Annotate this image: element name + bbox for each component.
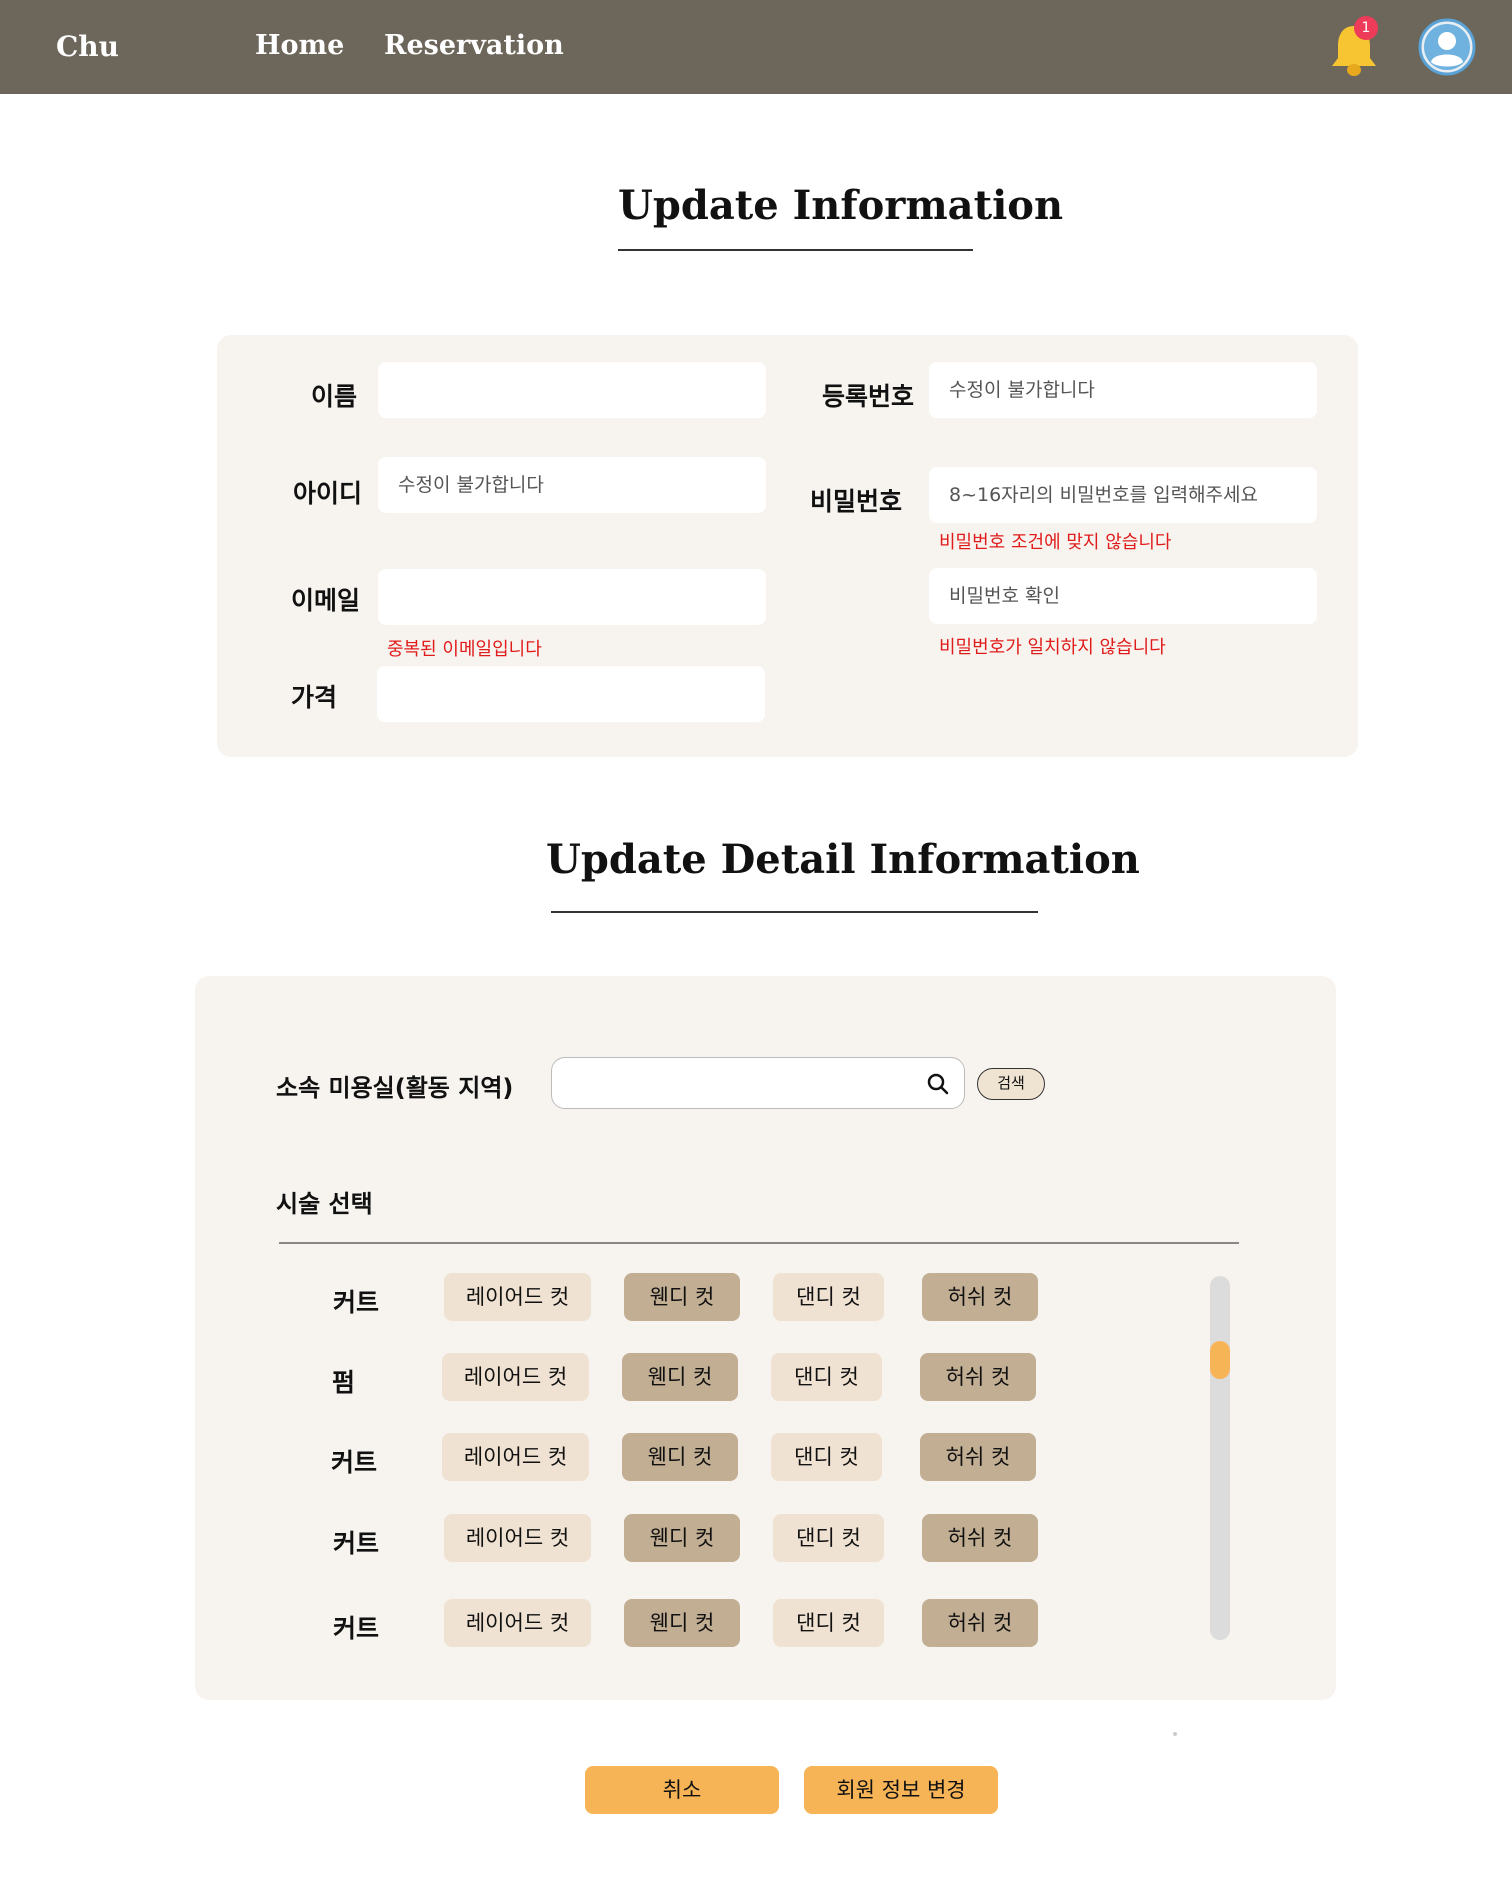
option-wendy-cut[interactable]: 웬디 컷: [622, 1353, 738, 1401]
service-category: 커트: [331, 1448, 378, 1477]
option-layered-cut[interactable]: 레이어드 컷: [442, 1353, 589, 1401]
option-dandy-cut[interactable]: 댄디 컷: [771, 1353, 882, 1401]
cancel-button[interactable]: 취소: [585, 1766, 779, 1814]
update-information-title: Update Information: [618, 182, 1064, 229]
email-label: 이메일: [291, 586, 361, 615]
option-layered-cut[interactable]: 레이어드 컷: [442, 1433, 589, 1481]
nav-link-reservation[interactable]: Reservation: [384, 30, 564, 61]
password-label: 비밀번호: [810, 487, 903, 516]
option-wendy-cut[interactable]: 웬디 컷: [622, 1433, 738, 1481]
service-row: 커트 레이어드 컷 웬디 컷 댄디 컷 허쉬 컷: [0, 1514, 1512, 1562]
price-label: 가격: [291, 683, 338, 712]
service-row: 펌 레이어드 컷 웬디 컷 댄디 컷 허쉬 컷: [0, 1353, 1512, 1401]
service-select-title: 시술 선택: [276, 1190, 373, 1218]
price-input[interactable]: [377, 666, 765, 722]
service-category: 커트: [333, 1614, 380, 1643]
option-hush-cut[interactable]: 허쉬 컷: [922, 1273, 1038, 1321]
service-divider: [279, 1242, 1239, 1244]
brand-logo[interactable]: Chu: [56, 30, 119, 63]
title-underline: [618, 249, 973, 251]
nav-link-home[interactable]: Home: [255, 30, 344, 61]
registration-number-input[interactable]: [929, 362, 1317, 418]
option-dandy-cut[interactable]: 댄디 컷: [773, 1273, 884, 1321]
option-wendy-cut[interactable]: 웬디 컷: [624, 1273, 740, 1321]
search-button[interactable]: 검색: [977, 1068, 1045, 1100]
notification-badge: 1: [1354, 16, 1378, 40]
avatar-icon[interactable]: [1418, 18, 1476, 76]
name-label: 이름: [311, 382, 358, 411]
option-hush-cut[interactable]: 허쉬 컷: [922, 1514, 1038, 1562]
email-error: 중복된 이메일입니다: [387, 639, 542, 660]
option-dandy-cut[interactable]: 댄디 컷: [773, 1514, 884, 1562]
option-dandy-cut[interactable]: 댄디 컷: [771, 1433, 882, 1481]
email-input[interactable]: [378, 569, 766, 625]
salon-label: 소속 미용실(활동 지역): [276, 1074, 514, 1102]
service-category: 펌: [332, 1368, 356, 1397]
top-nav: Chu Home Reservation 1: [0, 0, 1512, 94]
option-layered-cut[interactable]: 레이어드 컷: [444, 1599, 591, 1647]
password-error: 비밀번호 조건에 맞지 않습니다: [939, 532, 1172, 553]
salon-search-box: [551, 1057, 965, 1109]
password-confirm-input[interactable]: [929, 568, 1317, 624]
registration-number-label: 등록번호: [822, 382, 915, 411]
service-row: 커트 레이어드 컷 웬디 컷 댄디 컷 허쉬 컷: [0, 1273, 1512, 1321]
salon-search-input[interactable]: [568, 1064, 908, 1102]
option-hush-cut[interactable]: 허쉬 컷: [920, 1353, 1036, 1401]
option-layered-cut[interactable]: 레이어드 컷: [444, 1273, 591, 1321]
password-confirm-error: 비밀번호가 일치하지 않습니다: [939, 637, 1166, 658]
decorative-dot: [1173, 1732, 1177, 1736]
option-dandy-cut[interactable]: 댄디 컷: [773, 1599, 884, 1647]
update-member-info-button[interactable]: 회원 정보 변경: [804, 1766, 998, 1814]
service-row: 커트 레이어드 컷 웬디 컷 댄디 컷 허쉬 컷: [0, 1433, 1512, 1481]
option-hush-cut[interactable]: 허쉬 컷: [920, 1433, 1036, 1481]
id-input[interactable]: [378, 457, 766, 513]
detail-title-underline: [551, 911, 1038, 913]
name-input[interactable]: [378, 362, 766, 418]
service-scrollbar-track[interactable]: [1210, 1276, 1230, 1640]
option-wendy-cut[interactable]: 웬디 컷: [624, 1599, 740, 1647]
option-wendy-cut[interactable]: 웬디 컷: [624, 1514, 740, 1562]
search-icon[interactable]: [926, 1072, 950, 1096]
update-detail-title: Update Detail Information: [546, 836, 1140, 883]
service-category: 커트: [333, 1288, 380, 1317]
option-hush-cut[interactable]: 허쉬 컷: [922, 1599, 1038, 1647]
password-input[interactable]: [929, 467, 1317, 523]
option-layered-cut[interactable]: 레이어드 컷: [444, 1514, 591, 1562]
id-label: 아이디: [293, 479, 363, 508]
service-row: 커트 레이어드 컷 웬디 컷 댄디 컷 허쉬 컷: [0, 1599, 1512, 1647]
service-scrollbar-thumb[interactable]: [1210, 1341, 1230, 1379]
service-category: 커트: [333, 1529, 380, 1558]
